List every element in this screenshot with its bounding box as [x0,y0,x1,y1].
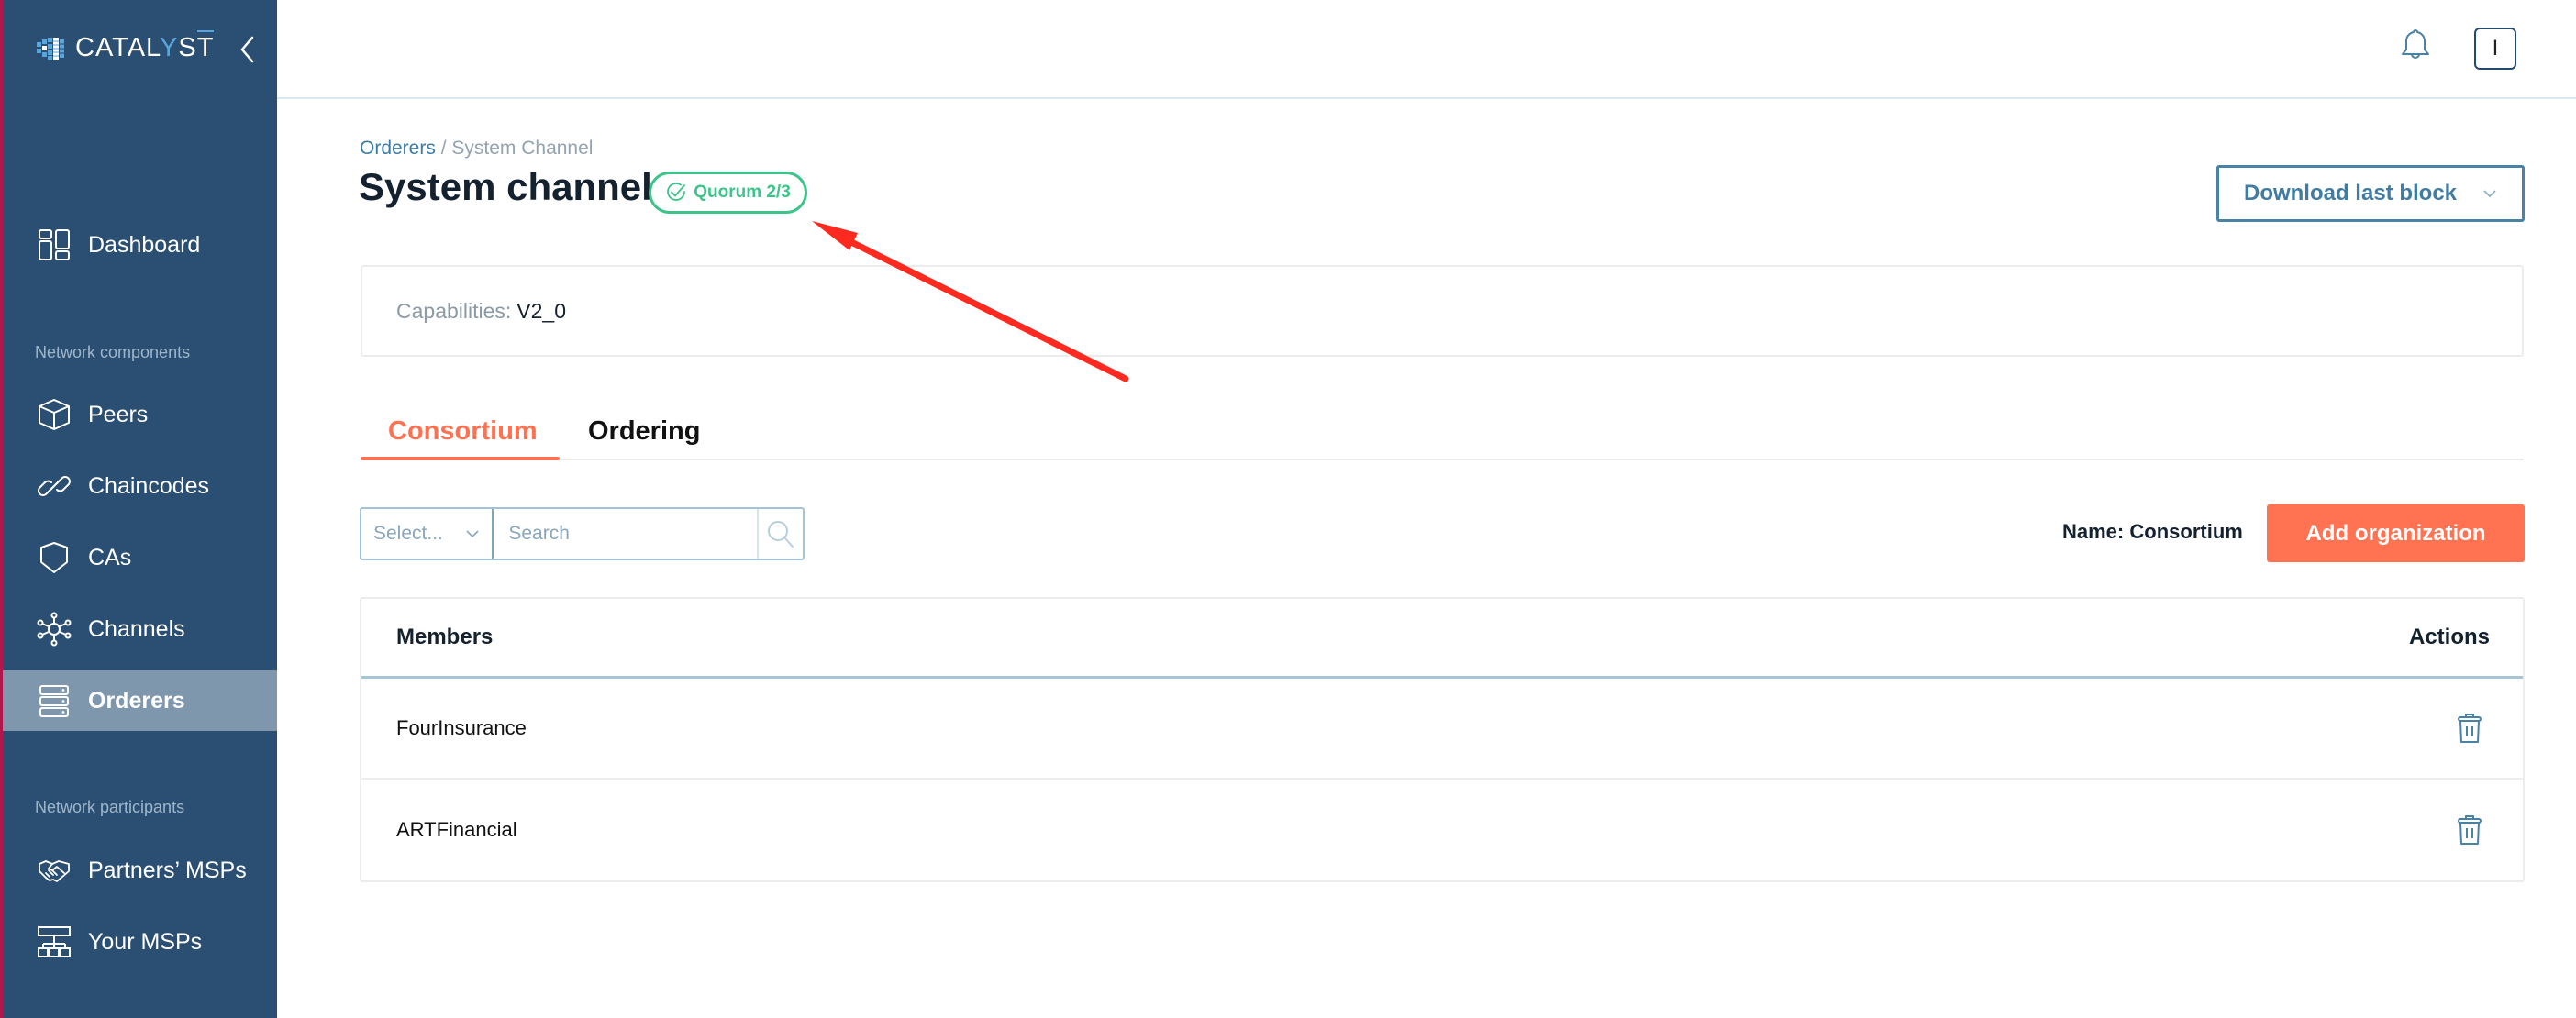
add-organization-button[interactable]: Add organization [2267,504,2525,562]
org-chart-icon [38,926,71,957]
sidebar-item-peers[interactable]: Peers [3,384,277,445]
sidebar-item-label: Dashboard [88,231,201,258]
brand-name: CATALYST [75,30,215,62]
brand-logo[interactable]: CATALYST [37,30,215,63]
breadcrumb-link-orderers[interactable]: Orderers [360,138,436,159]
breadcrumb: Orderers / System Channel [360,138,593,160]
tab-ordering[interactable]: Ordering [588,416,700,447]
capabilities-panel: Capabilities: V2_0 [361,265,2524,357]
table-row: FourInsurance [361,679,2523,780]
page-title: System channel [359,165,652,208]
capabilities-label: Capabilities: [396,298,512,323]
breadcrumb-current: System Channel [451,138,594,159]
sidebar-item-partners-msps[interactable]: Partners’ MSPs [3,840,277,901]
notifications-button[interactable] [2399,28,2432,62]
active-tab-indicator [361,457,560,460]
annotation-arrow-head [812,221,858,250]
sidebar-item-dashboard[interactable]: Dashboard [3,215,277,275]
member-name: FourInsurance [396,716,527,739]
capabilities-value: V2_0 [516,298,567,323]
chevron-down-icon [466,529,479,537]
section-network-participants: Network participants [35,798,185,816]
sidebar-item-label: Channels [88,615,185,642]
name-value: Consortium [2129,520,2243,543]
table-header: Members Actions [361,599,2523,679]
sidebar-item-cas[interactable]: CAs [3,527,277,588]
collapse-sidebar-button[interactable] [237,35,259,64]
chevron-left-icon [240,36,254,63]
members-table: Members Actions FourInsurance ARTFinanci… [360,597,2525,882]
delete-member-trash-icon[interactable] [2457,814,2482,846]
search-input[interactable] [494,509,758,559]
download-last-block-button[interactable]: Download last block [2216,165,2525,222]
sidebar-item-your-msps[interactable]: Your MSPs [3,912,277,972]
user-avatar-button[interactable]: I [2474,28,2516,70]
shield-icon [40,542,68,573]
download-label: Download last block [2243,181,2458,205]
network-hub-icon [37,612,72,647]
chevron-down-icon [2483,190,2496,198]
tab-bar: Consortium Ordering [361,404,2524,460]
delete-member-trash-icon[interactable] [2457,713,2482,744]
search-icon [768,521,794,548]
section-network-components: Network components [35,343,191,361]
column-header-members: Members [396,625,494,649]
quorum-text: Quorum 2/3 [694,183,791,202]
column-header-actions: Actions [2408,625,2490,649]
top-bar [277,0,2576,99]
member-name: ARTFinancial [396,818,517,841]
cube-icon [39,399,70,430]
filter-select-placeholder: Select... [373,523,443,544]
quorum-status-badge: Quorum 2/3 [649,172,807,214]
sidebar-item-label: Your MSPs [88,928,203,955]
sidebar-item-label: Orderers [88,687,185,714]
server-stack-icon [39,685,69,717]
sidebar-item-label: Chaincodes [88,472,210,499]
sidebar-item-channels[interactable]: Channels [3,599,277,659]
search-button[interactable] [757,509,803,559]
link-icon [38,476,71,496]
catalyst-logo-icon [37,37,64,60]
sidebar-item-label: Peers [88,401,149,427]
dashboard-icon [39,229,70,260]
table-row: ARTFinancial [361,780,2523,880]
app-root: CATALYST Dashboard Network components Pe… [0,0,2576,1018]
check-circle-icon [667,183,686,201]
consortium-name: Name: Consortium [2062,520,2243,544]
sidebar-item-label: Partners’ MSPs [88,857,247,883]
name-label: Name: [2062,520,2125,543]
filter-select[interactable]: Select... [361,509,494,559]
sidebar-item-label: CAs [88,544,132,570]
sidebar-item-orderers[interactable]: Orderers [3,670,277,731]
sidebar: CATALYST Dashboard Network components Pe… [0,0,277,1018]
filter-bar: Select... [360,507,805,560]
handshake-icon [39,860,70,882]
sidebar-item-chaincodes[interactable]: Chaincodes [3,456,277,516]
tab-consortium[interactable]: Consortium [388,416,538,447]
breadcrumb-separator: / [435,138,452,159]
bell-icon [2402,29,2429,59]
